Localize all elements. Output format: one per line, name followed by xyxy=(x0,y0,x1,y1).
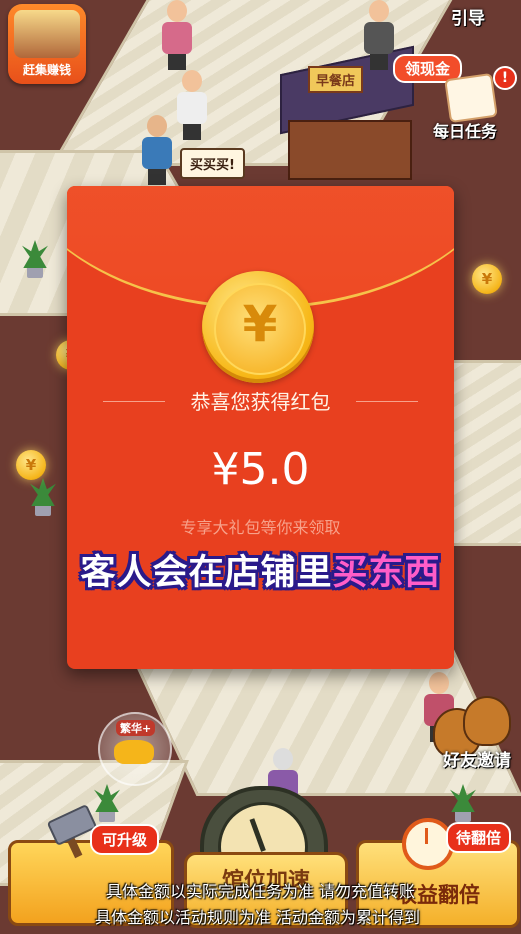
divider xyxy=(356,401,418,402)
disclaimer-text: 具体金额以活动规则为准 活动金额为累计得到 xyxy=(94,908,421,927)
daily-tasks-label: 每日任务 xyxy=(432,122,497,141)
potted-plant xyxy=(20,238,50,278)
guide-button[interactable]: 引导 xyxy=(451,4,485,29)
disclaimer-text: 具体金额以实际完成任务为准 请勿充值转账 xyxy=(105,882,416,901)
open-coin-button[interactable]: ¥ xyxy=(202,271,314,383)
app-icon-label: 赶集赚钱 xyxy=(22,63,71,77)
caption-part1: 客人会在店铺里 xyxy=(80,553,333,593)
floating-coin-icon[interactable]: ¥ xyxy=(16,450,46,480)
congrats-row: 恭喜您获得红包 xyxy=(83,386,438,416)
potted-plant xyxy=(28,476,58,516)
gold-ingot-icon xyxy=(114,740,154,764)
customer-character xyxy=(175,70,209,140)
customer-character xyxy=(140,115,174,185)
daily-tasks-button[interactable]: 领现金 ! 每日任务 xyxy=(393,54,517,144)
alert-icon: ! xyxy=(493,66,517,90)
video-caption: 客人会在店铺里买东西 xyxy=(0,544,521,595)
reward-amount: ¥5.0 xyxy=(211,444,310,495)
hammer-icon xyxy=(46,803,98,859)
yuan-icon: ¥ xyxy=(242,295,278,353)
speech-bubble: 买买买! xyxy=(180,148,245,179)
red-packet-modal: ¥ 恭喜您获得红包 ¥5.0 专享大礼包等你来领取 xyxy=(67,186,454,669)
customer-character xyxy=(362,0,396,70)
invite-friends-button[interactable]: 好友邀请 xyxy=(415,690,515,780)
coin-face: ¥ xyxy=(214,283,306,375)
pending-double-badge: 待翻倍 xyxy=(446,822,512,853)
upgrade-badge: 可升级 xyxy=(90,824,160,855)
gold-ingot-bubble[interactable]: 繁华+ xyxy=(98,712,172,786)
owl-icon xyxy=(463,696,511,746)
potted-plant xyxy=(448,782,478,822)
app-icon-scene xyxy=(14,10,80,58)
app-icon[interactable]: 赶集赚钱 xyxy=(8,4,86,84)
potted-plant xyxy=(92,782,122,822)
shop-sign: 早餐店 xyxy=(308,66,364,93)
customer-character xyxy=(160,0,194,70)
floating-coin-icon[interactable]: ¥ xyxy=(472,264,502,294)
scroll-icon xyxy=(444,72,498,124)
invite-friends-label: 好友邀请 xyxy=(443,751,511,771)
caption-highlight: 买东西 xyxy=(332,553,441,593)
shop-counter xyxy=(288,120,412,180)
ingot-tag: 繁华+ xyxy=(116,720,156,736)
reward-subtitle: 专享大礼包等你来领取 xyxy=(180,518,341,537)
